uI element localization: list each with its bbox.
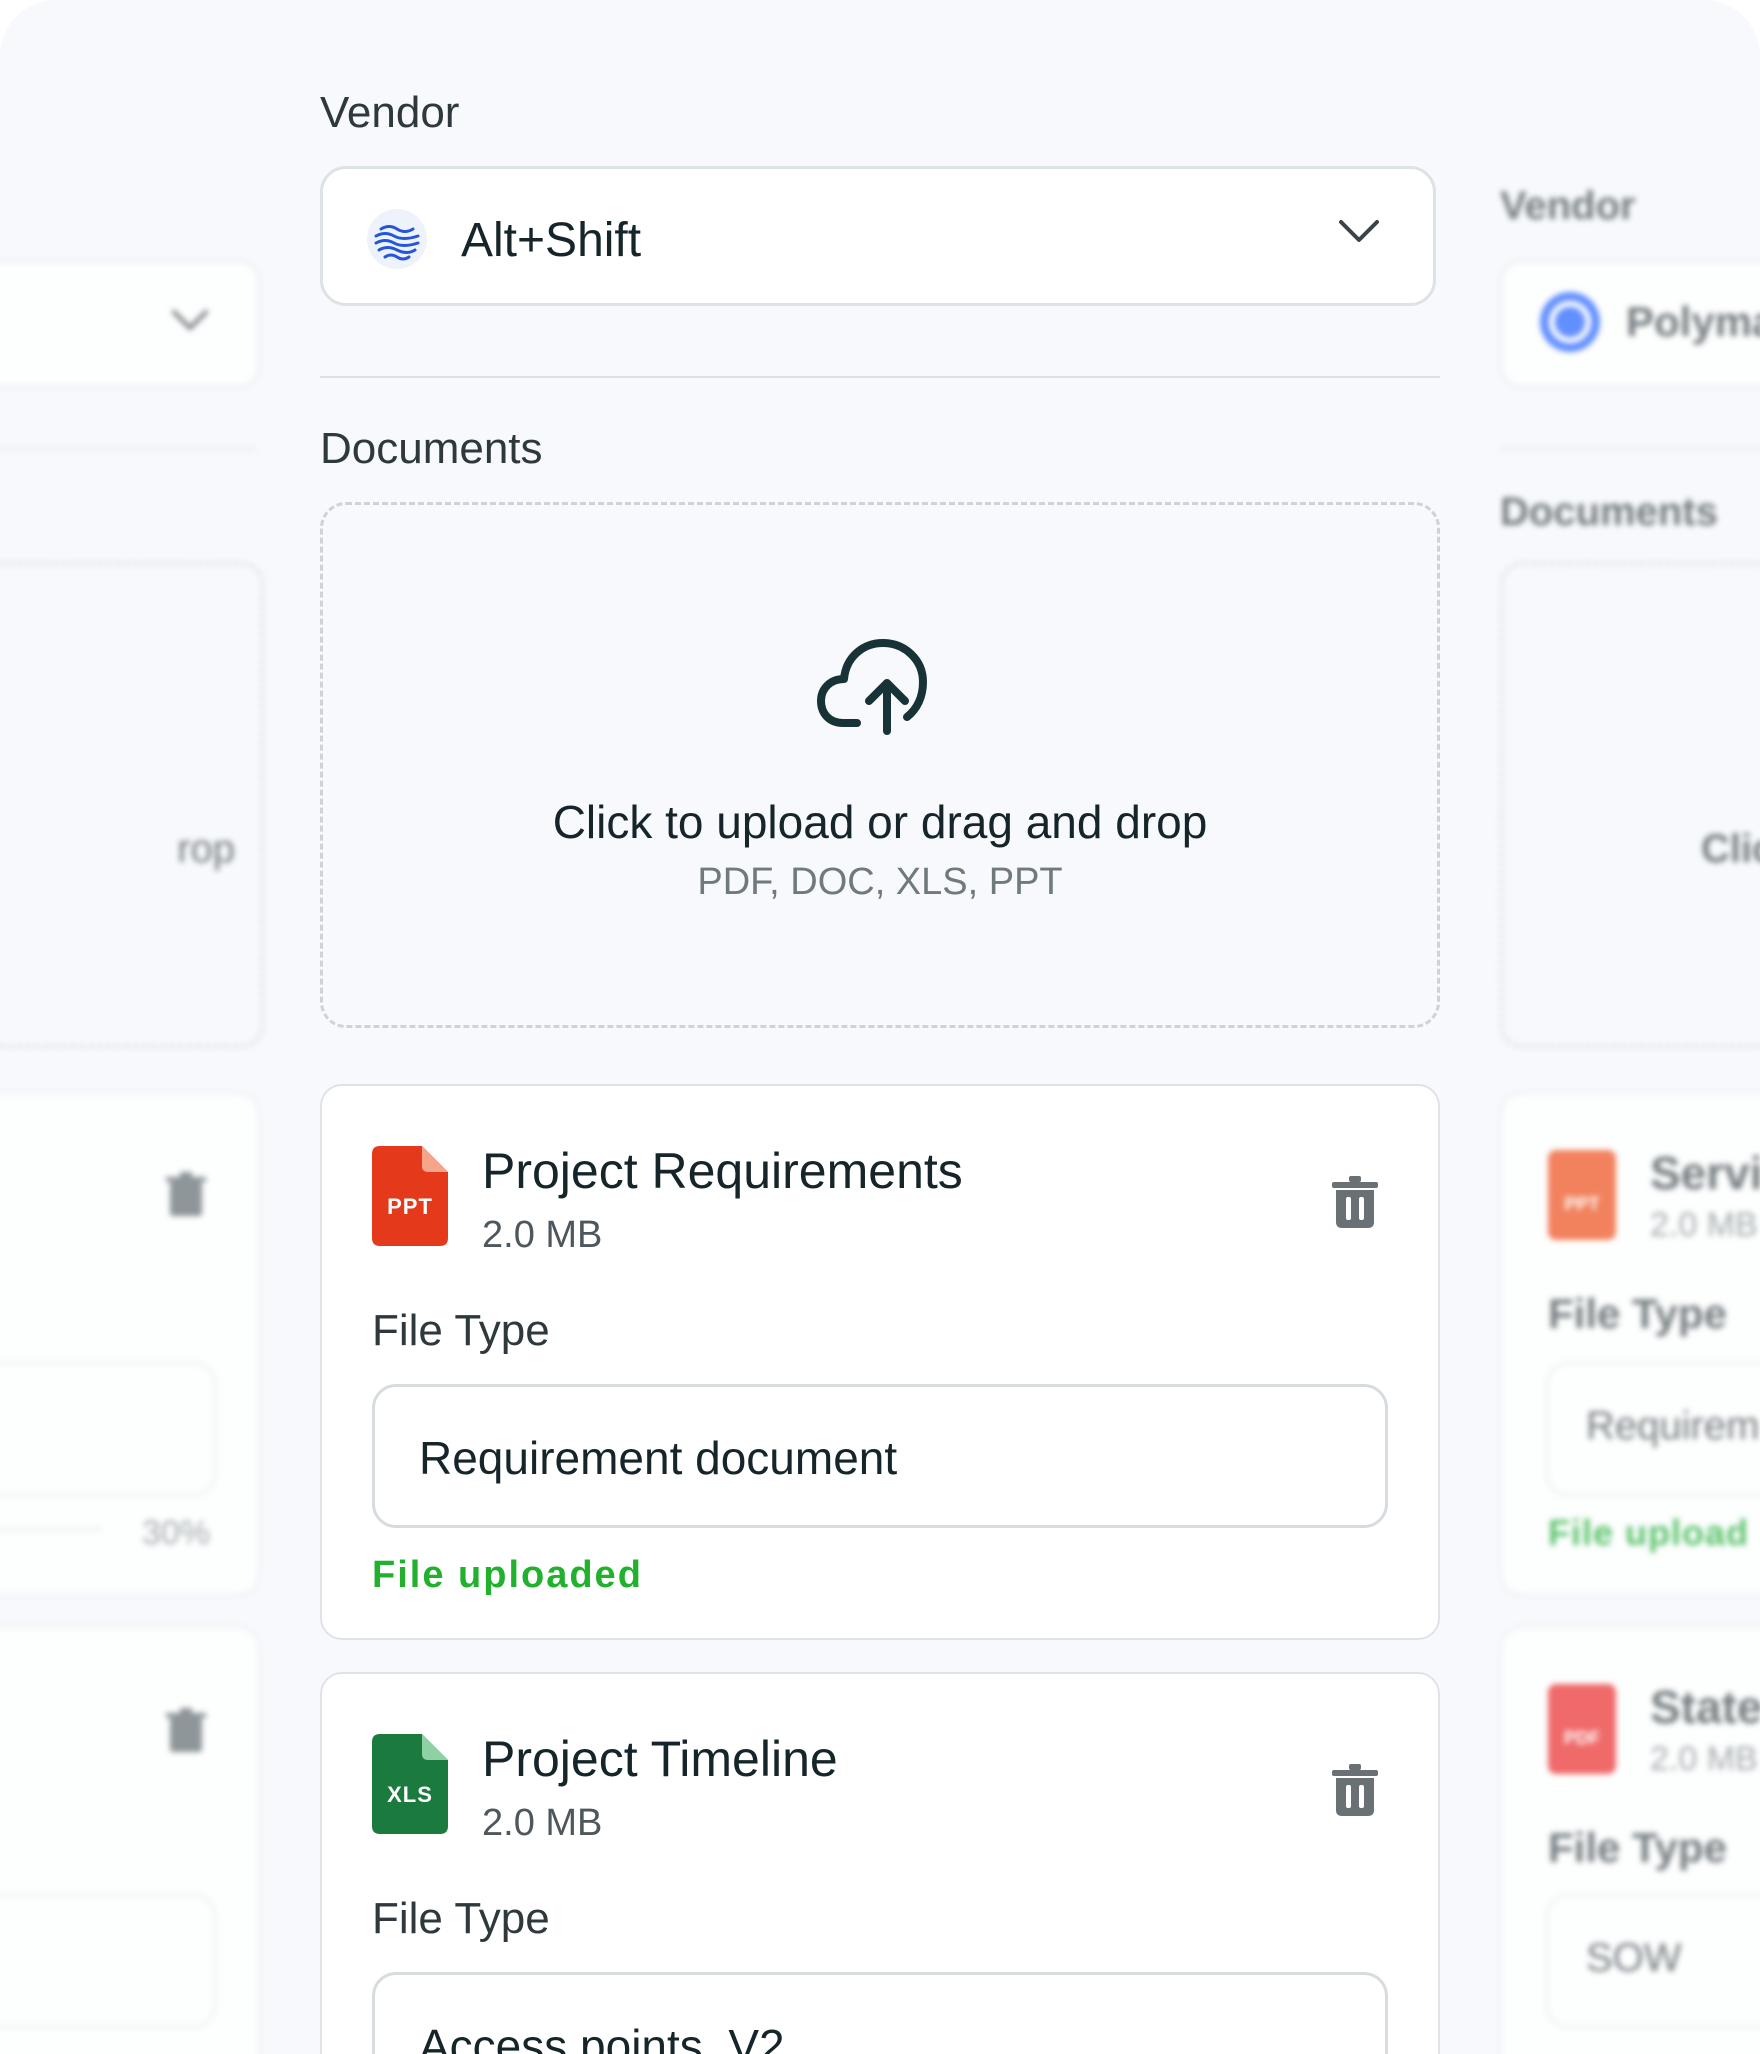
right-file-type-input-1: Requirem [1546,1362,1760,1496]
vendor-label: Vendor [320,88,460,137]
right-file-card-2: PDF State 2.0 MB File Type SOW [1500,1626,1760,2054]
right-file-size-2: 2.0 MB [1650,1740,1758,1778]
file-card: XLS Project Timeline 2.0 MB File Type Ac… [320,1672,1440,2054]
file-type-label: File Type [372,1306,550,1355]
right-dropzone: Clic [1500,562,1760,1048]
right-file-type-input-2: SOW [1546,1894,1760,2028]
file-type-badge: PPT [387,1194,433,1219]
chevron-down-icon [172,310,208,330]
right-drop-text: Clic [1701,827,1760,871]
left-file-type-input [0,1362,216,1496]
right-divider [1500,448,1760,450]
right-file-size-1: 2.0 MB [1650,1206,1758,1244]
trash-icon[interactable] [1332,1764,1378,1816]
section-divider [320,376,1440,378]
chevron-down-icon[interactable] [1337,217,1381,245]
documents-label: Documents [320,424,543,473]
right-file-type-label-2: File Type [1548,1824,1727,1871]
left-drop-text: rop [177,827,235,871]
left-file-card-1: 30% [0,1092,260,1596]
trash-icon[interactable] [1332,1176,1378,1228]
vendor-select[interactable]: Alt+Shift [320,166,1436,306]
upload-dropzone[interactable]: Click to upload or drag and drop PDF, DO… [320,502,1440,1028]
right-file-type-label-1: File Type [1548,1290,1727,1337]
file-type-badge: XLS [387,1782,433,1807]
file-type-input[interactable]: Access points_V2 [372,1972,1388,2054]
left-dropzone: rop [0,562,264,1048]
left-divider [0,448,256,450]
file-size: 2.0 MB [482,1802,603,1844]
upload-formats: PDF, DOC, XLS, PPT [697,861,1063,903]
alt-shift-wave-logo [367,209,427,269]
left-file-type-input-2 [0,1894,216,2028]
left-file-card-2 [0,1626,260,2054]
left-progress-text: 30% [142,1514,211,1552]
file-type-value: Access points_V2 [419,2020,785,2054]
file-name: Project Timeline [482,1731,838,1787]
vendor-selected-value: Alt+Shift [461,214,642,267]
file-card: PPT Project Requirements 2.0 MB File Typ… [320,1084,1440,1640]
upload-status: File uploaded [372,1554,643,1596]
app-frame: rop 30% Vendor Polyma Documents Clic PPT [0,0,1760,2054]
right-file-name-1: Servic [1650,1147,1760,1199]
right-file-name-2: State [1650,1681,1760,1733]
file-type-label: File Type [372,1894,550,1943]
file-type-input[interactable]: Requirement document [372,1384,1388,1528]
right-file-card-1: PPT Servic 2.0 MB File Type Requirem Fil… [1500,1092,1760,1596]
pdf-file-icon: PDF [1548,1684,1616,1774]
upload-instruction: Click to upload or drag and drop [552,796,1208,848]
left-progress-bar [0,1528,102,1530]
right-vendor-label: Vendor [1500,184,1636,228]
polyma-logo-icon [1540,292,1600,352]
right-vendor-name: Polyma [1626,298,1760,345]
file-size: 2.0 MB [482,1214,603,1256]
right-documents-label: Documents [1500,490,1718,534]
file-name: Project Requirements [482,1143,963,1199]
cloud-upload-icon [817,639,927,735]
ppt-file-icon: PPT [1548,1150,1616,1240]
left-vendor-select [0,260,260,388]
file-type-value: Requirement document [419,1432,898,1484]
trash-icon [166,1172,206,1216]
right-file-status-1: File upload [1548,1512,1750,1553]
ppt-file-icon: PPT [372,1146,448,1246]
trash-icon [166,1708,206,1752]
xls-file-icon: XLS [372,1734,448,1834]
right-vendor-select: Polyma [1500,260,1760,388]
